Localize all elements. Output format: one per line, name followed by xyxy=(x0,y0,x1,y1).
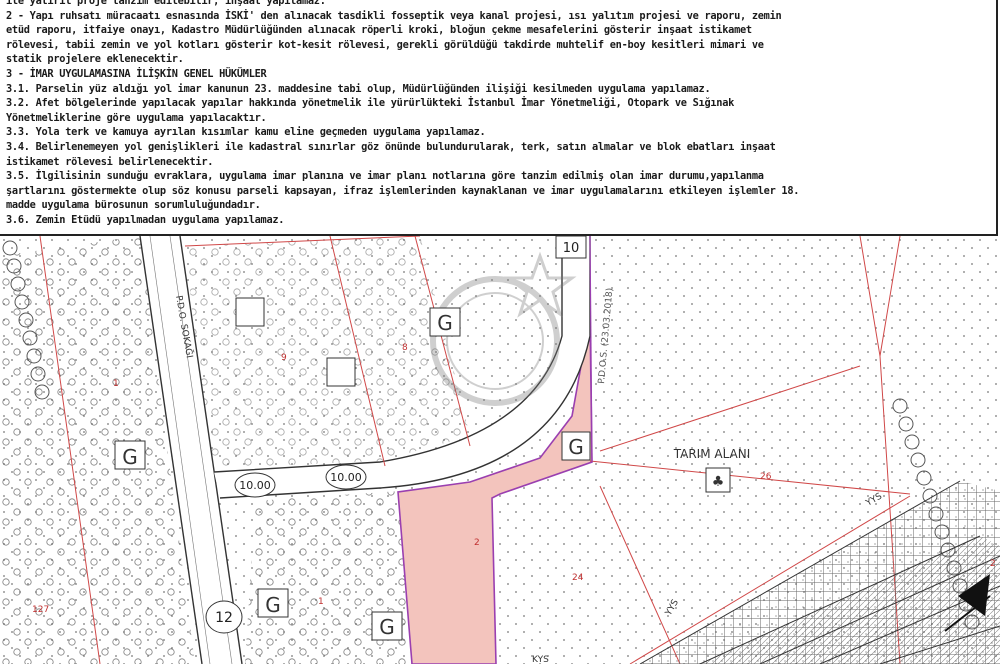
zone-label: G xyxy=(122,445,138,469)
parcel-number: 2 xyxy=(990,559,996,569)
zone-label: G xyxy=(437,311,453,335)
zone-label: G xyxy=(568,435,584,459)
note-line: etüd raporu, itfaiye onayı, Kadastro Müd… xyxy=(6,24,752,37)
parcel-number: 8 xyxy=(402,343,408,353)
note-line: 3.5. İlgilisinin sunduğu evraklara, uygu… xyxy=(6,170,764,183)
note-line: statik projelere eklenecektir. xyxy=(6,53,184,66)
note-line: madde uygulama bürosunun sorumluluğundad… xyxy=(6,199,261,212)
road-width: 10.00 xyxy=(330,471,362,484)
parcel-number: 2 xyxy=(474,538,480,548)
parcel-number: 9 xyxy=(281,353,287,363)
road-width: 12 xyxy=(215,610,233,626)
yys-label: KYS xyxy=(532,655,549,664)
road-width: 10.00 xyxy=(239,479,271,492)
note-line: 3.3. Yola terk ve kamuya ayrılan kısımla… xyxy=(6,126,486,139)
parcel-number: 1 xyxy=(113,379,119,389)
green-area-north xyxy=(185,236,470,468)
note-line: 2 - Yapı ruhsatı müracaatı esnasında İSK… xyxy=(6,9,782,22)
building-symbol xyxy=(326,357,356,387)
parcel-number: 1 xyxy=(318,597,324,607)
note-line: 3 - İMAR UYGULAMASINA İLİŞKİN GENEL HÜKÜ… xyxy=(6,68,267,80)
road-width: 10 xyxy=(563,241,580,256)
zone-label: G xyxy=(379,615,395,639)
zoning-map: G G G G G ♣ 10.00 10.00 12 10 P.D.O. SOK… xyxy=(0,236,1000,664)
note-line: rölevesi, tabii zemin ve yol kotları gös… xyxy=(6,38,764,51)
note-line: 3.6. Zemin Etüdü yapılmadan uygulama yap… xyxy=(6,214,285,226)
zone-label: G xyxy=(265,593,281,617)
area-label: TARIM ALANI xyxy=(673,447,751,461)
note-line: istikamet rölevesi belirlenecektir. xyxy=(6,155,214,168)
plan-notes-panel: ile yatırıl proje tanzim edilebilir, inş… xyxy=(0,0,998,236)
note-line: 3.2. Afet bölgelerinde yapılacak yapılar… xyxy=(6,97,735,110)
building-symbol xyxy=(235,297,265,327)
note-line: 3.4. Belirlenemeyen yol genişlikleri ile… xyxy=(6,141,776,153)
note-line: 3.1. Parselin yüz aldığı yol imar kanunu… xyxy=(6,82,711,95)
parcel-number: 26 xyxy=(760,472,772,482)
note-line: Yönetmeliklerine göre uygulama yapılacak… xyxy=(6,111,267,124)
parcel-number: 127 xyxy=(32,605,49,615)
note-line: ile yatırıl proje tanzim edilebilir, inş… xyxy=(6,0,326,7)
parcel-number: 24 xyxy=(572,573,584,583)
svg-text:♣: ♣ xyxy=(712,474,725,490)
note-line: şartlarını göstermekte olup söz konusu p… xyxy=(6,184,800,197)
